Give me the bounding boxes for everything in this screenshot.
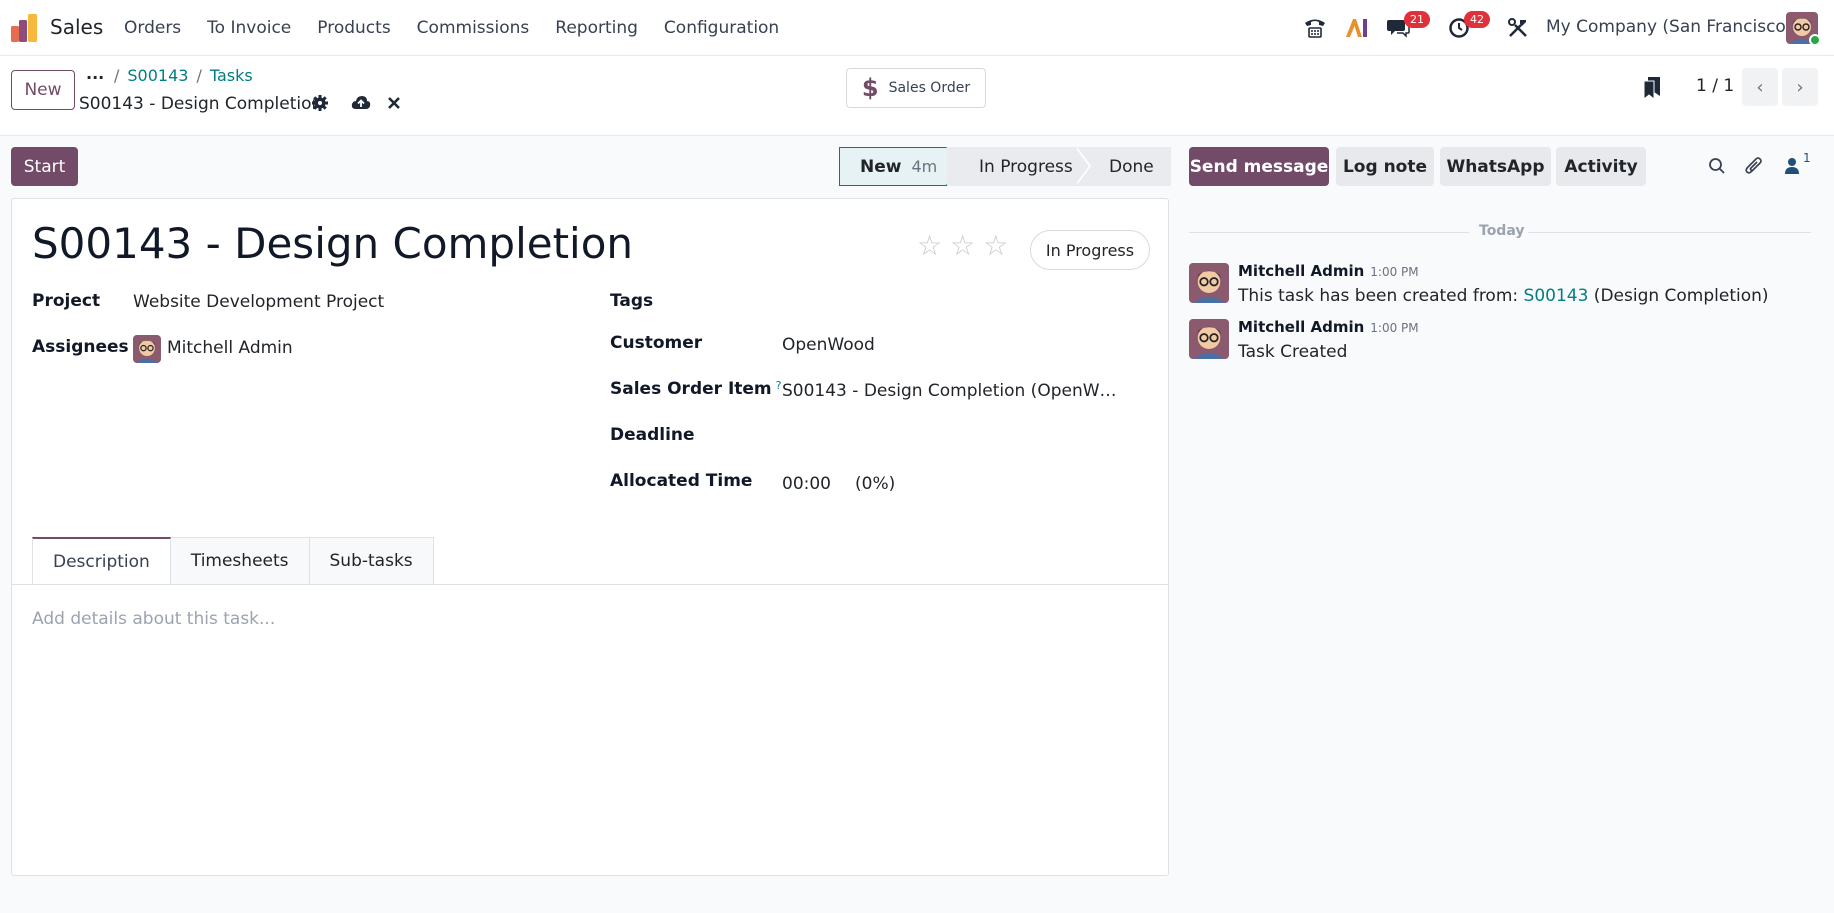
date-separator: Today	[1479, 223, 1525, 239]
ai-icon[interactable]	[1344, 15, 1370, 41]
discard-close-icon[interactable]	[384, 93, 404, 113]
sales-order-item-label-text: Sales Order Item	[610, 379, 772, 399]
menu-configuration[interactable]: Configuration	[664, 18, 779, 38]
start-button[interactable]: Start	[11, 147, 78, 186]
menu-reporting[interactable]: Reporting	[555, 18, 638, 38]
date-divider-line	[1189, 232, 1469, 233]
gear-icon[interactable]	[310, 93, 330, 113]
deadline-label: Deadline	[610, 425, 695, 445]
control-panel: New ... / S00143 / Tasks S00143 - Design…	[0, 56, 1834, 136]
menu-commissions[interactable]: Commissions	[417, 18, 530, 38]
star-icon[interactable]: ☆	[917, 232, 942, 260]
breadcrumb-separator: /	[196, 66, 202, 85]
message-sale-order-link[interactable]: S00143	[1524, 286, 1589, 306]
message-author-name[interactable]: Mitchell Admin	[1238, 318, 1364, 336]
stage-new[interactable]: New 4m	[839, 147, 962, 186]
activity-button[interactable]: Activity	[1556, 147, 1646, 186]
breadcrumb-tasks[interactable]: Tasks	[210, 66, 253, 85]
record-title: S00143 - Design Completion	[79, 94, 323, 114]
bookmarks-icon[interactable]	[1643, 76, 1661, 101]
notebook-tabs: Description Timesheets Sub-tasks	[32, 537, 434, 584]
message-text: This task has been created from:	[1238, 286, 1524, 306]
message-time: 1:00 PM	[1370, 265, 1419, 279]
allocated-time-field[interactable]: 00:00	[782, 474, 831, 494]
assignee-avatar	[133, 335, 161, 363]
priority-stars: ☆ ☆ ☆	[917, 232, 1008, 260]
main-menu: Orders To Invoice Products Commissions R…	[124, 18, 805, 38]
dollar-icon: $	[861, 74, 879, 102]
assignees-label: Assignees	[32, 337, 129, 357]
breadcrumb-more[interactable]: ...	[86, 64, 104, 83]
menu-products[interactable]: Products	[317, 18, 390, 38]
tab-divider	[12, 584, 1168, 585]
message-author: Mitchell Admin 1:00 PM	[1238, 262, 1419, 280]
message-text-suffix: (Design Completion)	[1588, 286, 1769, 306]
task-state-button[interactable]: In Progress	[1030, 230, 1150, 270]
form-sheet: S00143 - Design Completion ☆ ☆ ☆ In Prog…	[11, 198, 1169, 876]
allocated-time-percent: (0%)	[855, 474, 896, 494]
online-status-icon	[1809, 34, 1821, 46]
tab-timesheets[interactable]: Timesheets	[169, 537, 310, 584]
task-title-field[interactable]: S00143 - Design Completion	[32, 219, 633, 268]
description-editor[interactable]: Add details about this task...	[32, 609, 275, 629]
top-navbar: Sales Orders To Invoice Products Commiss…	[0, 0, 1834, 56]
breadcrumb-separator: /	[114, 66, 120, 85]
sales-order-item-field[interactable]: S00143 - Design Completion (OpenW…	[782, 381, 1117, 401]
sales-order-item-label: Sales Order Item?	[610, 379, 782, 399]
stage-done-label: Done	[1109, 156, 1154, 177]
save-cloud-icon[interactable]	[351, 93, 371, 113]
star-icon[interactable]: ☆	[950, 232, 975, 260]
smart-button-label: Sales Order	[888, 80, 971, 96]
breadcrumb: / S00143 / Tasks	[114, 66, 253, 85]
phone-icon[interactable]	[1302, 15, 1328, 41]
tags-label: Tags	[610, 291, 654, 311]
message-author-avatar[interactable]	[1189, 263, 1229, 303]
project-label: Project	[32, 291, 101, 311]
customer-field[interactable]: OpenWood	[782, 335, 875, 355]
whatsapp-button[interactable]: WhatsApp	[1440, 147, 1551, 186]
stage-arrow	[1075, 147, 1089, 185]
messages-badge: 21	[1404, 11, 1430, 28]
sales-app-logo-icon[interactable]	[11, 14, 39, 42]
followers-count: 1	[1803, 151, 1811, 165]
stage-in-progress[interactable]: In Progress	[947, 147, 1091, 186]
activities-badge: 42	[1464, 11, 1490, 28]
new-button[interactable]: New	[11, 70, 75, 110]
pager-value[interactable]: 1 / 1	[1696, 76, 1734, 96]
sales-order-smart-button[interactable]: $ Sales Order	[846, 68, 986, 108]
stage-done[interactable]: Done	[1077, 147, 1171, 186]
project-field[interactable]: Website Development Project	[133, 292, 384, 312]
paperclip-icon[interactable]	[1743, 155, 1765, 177]
star-icon[interactable]: ☆	[983, 232, 1008, 260]
send-message-button[interactable]: Send message	[1189, 147, 1329, 186]
tab-description[interactable]: Description	[32, 537, 171, 584]
date-divider-line	[1528, 232, 1811, 233]
breadcrumb-sale-order[interactable]: S00143	[127, 66, 188, 85]
followers-user-icon[interactable]	[1781, 155, 1803, 177]
allocated-time-label: Allocated Time	[610, 471, 753, 491]
menu-to-invoice[interactable]: To Invoice	[207, 18, 291, 38]
pager-next-icon[interactable]: ›	[1782, 68, 1818, 106]
assignee-name[interactable]: Mitchell Admin	[167, 338, 293, 358]
help-tooltip-icon[interactable]: ?	[776, 379, 782, 392]
log-note-button[interactable]: Log note	[1336, 147, 1434, 186]
stage-statusbar: New 4m In Progress Done	[839, 147, 1171, 186]
message-author-avatar[interactable]	[1189, 319, 1229, 359]
message-author: Mitchell Admin 1:00 PM	[1238, 318, 1419, 336]
message-time: 1:00 PM	[1370, 321, 1419, 335]
stage-in-progress-label: In Progress	[979, 156, 1073, 177]
menu-orders[interactable]: Orders	[124, 18, 181, 38]
customer-label: Customer	[610, 333, 703, 353]
tools-icon[interactable]	[1505, 15, 1531, 41]
stage-duration: 4m	[911, 157, 938, 176]
tab-sub-tasks[interactable]: Sub-tasks	[308, 537, 434, 584]
message-author-name[interactable]: Mitchell Admin	[1238, 262, 1364, 280]
pager-previous-icon[interactable]: ‹	[1742, 68, 1778, 106]
message-body: This task has been created from: S00143 …	[1238, 286, 1769, 306]
message-body: Task Created	[1238, 342, 1348, 362]
company-switcher[interactable]: My Company (San Francisco)	[1546, 17, 1792, 37]
search-icon[interactable]	[1706, 155, 1728, 177]
app-name[interactable]: Sales	[50, 15, 103, 39]
stage-new-label: New	[860, 156, 902, 177]
